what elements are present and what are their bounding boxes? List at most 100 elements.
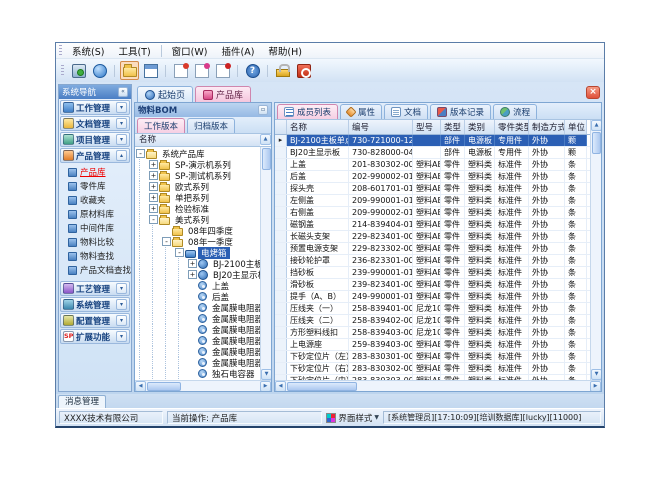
tree-item[interactable]: +BJ20主显示板 [135,269,260,280]
tree-item[interactable]: 金属膜电阻器 [135,335,260,346]
chevron-up-icon[interactable]: ▴ [116,150,127,161]
sidebar-item-3[interactable]: 原材料库 [59,207,131,221]
table-row[interactable]: 上盖201-830302-00X塑料ABS零件塑料类标准件外协条 [275,159,590,171]
bom-tab-工作版本[interactable]: 工作版本 [137,118,185,133]
table-hscroll-thumb[interactable] [287,382,357,391]
table-row[interactable]: 磁钢盖214-839404-01X塑料ABS零件塑料类标准件外协条 [275,219,590,231]
expand-icon[interactable]: + [149,182,158,191]
collapse-icon[interactable]: - [149,215,158,224]
expand-icon[interactable]: + [149,193,158,202]
menu-item-0[interactable]: 系统(S) [65,43,111,59]
tree-item[interactable]: -系统产品库 [135,148,260,159]
table-scroll-left-icon[interactable]: ◀ [275,381,286,392]
tree-item[interactable]: 金属膜电阻器 [135,346,260,357]
tree-item[interactable]: 金属膜电阻器 [135,357,260,368]
pin-button[interactable]: ▫ [258,105,268,115]
sidebar-item-0[interactable]: 产品库 [59,165,131,179]
chevron-down-icon[interactable]: ▾ [116,102,127,113]
folder-button[interactable] [120,61,139,80]
table-row[interactable]: 长磁头支架229-823401-00X塑料ABS零件塑料类标准件外协条 [275,231,590,243]
table-row[interactable]: 方形塑料线扣258-839403-00X尼龙1010零件塑料类标准件外协条 [275,327,590,339]
sidebar-item-1[interactable]: 零件库 [59,179,131,193]
tree-item[interactable]: +检验标准 [135,203,260,214]
sidebar-group-1[interactable]: 文档管理▾ [60,116,130,131]
table-row[interactable]: 下砂定位片（右）283-830302-00X塑料ABS零件塑料类标准件外协条 [275,363,590,375]
table-row[interactable]: 挡砂板239-990001-01X塑料ABS零件塑料类标准件外协条 [275,267,590,279]
column-header-型号[interactable]: 型号 [413,120,441,134]
table-row[interactable]: 右侧盖209-990002-01X塑料ABS零件塑料类标准件外协条 [275,207,590,219]
member-tab-文档[interactable]: 文档 [384,104,428,119]
message-manager-tab[interactable]: 消息管理 [58,395,106,408]
expand-icon[interactable]: + [149,204,158,213]
table-row[interactable]: 探头壳208-601701-01X塑料ABS零件塑料类标准件外协条 [275,183,590,195]
tree-hscroll-thumb[interactable] [147,382,181,391]
table-row[interactable]: 预置电源支架229-823302-00X塑料ABS零件塑料类标准件外协条 [275,243,590,255]
menu-item-3[interactable]: 插件(A) [214,43,261,59]
collapse-icon[interactable]: - [162,237,171,246]
chevron-down-icon[interactable]: ▾ [116,331,127,342]
collapse-icon[interactable]: - [136,149,145,158]
table-row[interactable]: 下砂定位片（左）283-830301-00X塑料ABS零件塑料类标准件外协条 [275,351,590,363]
help-button[interactable] [243,61,262,80]
exit-button[interactable] [294,61,313,80]
tree-item[interactable]: -08年一季度 [135,236,260,247]
table-row[interactable]: 接砂轮护罩236-823301-00X塑料ABS零件塑料类标准件外协条 [275,255,590,267]
sidebar-group-5[interactable]: 系统管理▾ [60,297,130,312]
table-row[interactable]: 提手（A、B）249-990001-01X塑料ABS零件塑料类标准件外协条 [275,291,590,303]
tree-item[interactable]: 金属膜电阻器 [135,324,260,335]
chevron-down-icon[interactable]: ▾ [116,299,127,310]
tree-vscroll-thumb[interactable] [262,148,271,170]
sidebar-group-7[interactable]: 扩展功能▾ [60,329,130,344]
column-header-类别[interactable]: 类别 [465,120,495,134]
table-row[interactable]: 压线夹（一）258-839401-00X尼龙1010零件塑料类标准件外协条 [275,303,590,315]
tab-起始页[interactable]: 起始页 [137,86,193,102]
table-scroll-down-icon[interactable]: ▼ [591,369,602,380]
table-vscroll-thumb[interactable] [592,132,601,154]
expand-icon[interactable]: + [188,270,197,279]
column-header-类型[interactable]: 类型 [441,120,465,134]
tree-scroll-left-icon[interactable]: ◀ [135,381,146,392]
table-scroll-up-icon[interactable]: ▲ [591,120,602,131]
tree-horizontal-scrollbar[interactable]: ◀ ▶ [135,380,271,391]
sidebar-item-6[interactable]: 物料查找 [59,249,131,263]
close-tab-button[interactable]: × [586,86,600,99]
member-tab-属性[interactable]: 属性 [340,104,382,119]
sidebar-item-4[interactable]: 中间件库 [59,221,131,235]
expand-icon[interactable]: + [149,171,158,180]
sidebar-item-7[interactable]: 产品文档查找 [59,263,131,277]
column-header-制造方式[interactable]: 制造方式 [529,120,565,134]
column-header-单位[interactable]: 单位 [565,120,587,134]
tree-scroll-up-icon[interactable]: ▲ [260,134,271,145]
tree-item[interactable]: +欧式系列 [135,181,260,192]
sidebar-group-3[interactable]: 产品管理▴ [60,148,130,163]
collapse-icon[interactable]: - [175,248,184,257]
table-vertical-scrollbar[interactable]: ▲ ▼ [590,120,601,380]
menu-item-1[interactable]: 工具(T) [111,43,157,59]
table-horizontal-scrollbar[interactable]: ◀ ▶ [275,380,601,391]
table-row[interactable]: 上电源座259-839403-00X塑料ABS零件塑料类标准件外协条 [275,339,590,351]
tree-vertical-scrollbar[interactable]: ▼ [260,147,271,380]
chevron-down-icon[interactable]: ▾ [116,315,127,326]
member-tab-流程[interactable]: 流程 [493,104,537,119]
sidebar-group-2[interactable]: 项目管理▾ [60,132,130,147]
tree-item[interactable]: -美式系列 [135,214,260,225]
table-row[interactable]: ▸BJ-2100主板单点730-721000-12X部件电源板专用件外协颗 [275,135,590,147]
tree-item[interactable]: 金属膜电阻器 [135,302,260,313]
table-row[interactable]: 后盖202-990002-01X塑料ABS零件塑料类标准件外协条 [275,171,590,183]
sidebar-group-4[interactable]: 工艺管理▾ [60,281,130,296]
report-edit-button[interactable] [192,61,211,80]
tree-item[interactable]: +SP-测试机系列 [135,170,260,181]
tab-产品库[interactable]: 产品库 [195,86,251,102]
layout-button[interactable] [141,61,160,80]
web-button[interactable] [90,61,109,80]
tree-name-column-header[interactable]: 名称 [135,134,260,146]
lock-button[interactable] [273,61,292,80]
tree-item[interactable]: -电烤箱 [135,247,260,258]
table-row[interactable]: BJ20主显示板730-828000-04X部件电源板专用件外协颗 [275,147,590,159]
ui-style-selector[interactable]: 界面样式 ▼ [326,412,379,424]
column-header-零件类型[interactable]: 零件类型 [495,120,529,134]
menu-item-4[interactable]: 帮助(H) [261,43,309,59]
sidebar-collapse-button[interactable]: « [118,87,128,97]
menu-item-2[interactable]: 窗口(W) [165,43,215,59]
expand-icon[interactable]: + [149,160,158,169]
